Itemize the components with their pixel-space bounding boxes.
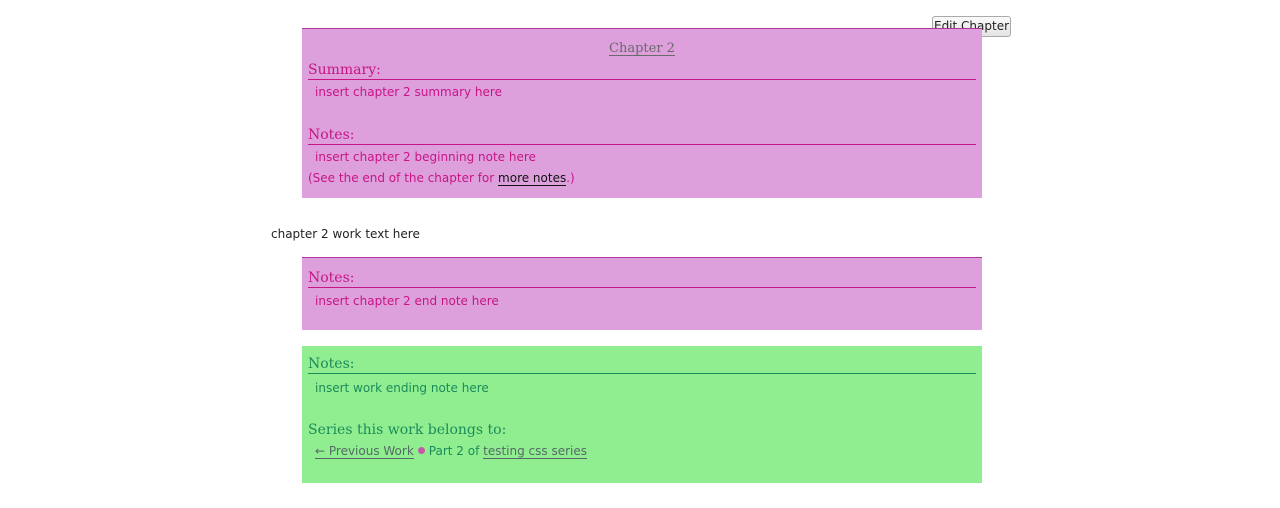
notes-heading: Notes: [308, 127, 976, 145]
chapter-end-notes: Notes: insert chapter 2 end note here [302, 257, 982, 330]
series-navigation: ← Previous Work Part 2 of testing css ser… [315, 444, 588, 459]
chapter-title[interactable]: Chapter 2 [302, 41, 982, 56]
chapter-preface: Chapter 2 Summary: insert chapter 2 summ… [302, 28, 982, 198]
series-heading: Series this work belongs to: [308, 422, 507, 438]
series-part-text: Part 2 of [428, 444, 484, 458]
series-link[interactable]: testing css series [483, 444, 588, 459]
more-notes-link[interactable]: more notes [498, 171, 567, 186]
work-text: chapter 2 work text here [271, 227, 420, 241]
work-ending-note: insert work ending note here [315, 381, 489, 395]
end-note-text: insert chapter 2 end note here [315, 294, 499, 308]
summary-text: insert chapter 2 summary here [315, 85, 502, 99]
summary-heading: Summary: [308, 62, 976, 80]
bullet-separator-icon [417, 447, 425, 454]
see-end-suffix: .) [566, 171, 575, 185]
work-end-section: Notes: insert work ending note here Seri… [302, 346, 982, 483]
see-end-prefix: (See the end of the chapter for [308, 171, 499, 185]
end-notes-heading: Notes: [308, 270, 976, 288]
previous-work-link[interactable]: ← Previous Work [315, 444, 414, 459]
beginning-note: insert chapter 2 beginning note here [315, 150, 536, 164]
work-notes-heading: Notes: [308, 356, 976, 374]
see-end-notes: (See the end of the chapter for more not… [308, 171, 575, 186]
